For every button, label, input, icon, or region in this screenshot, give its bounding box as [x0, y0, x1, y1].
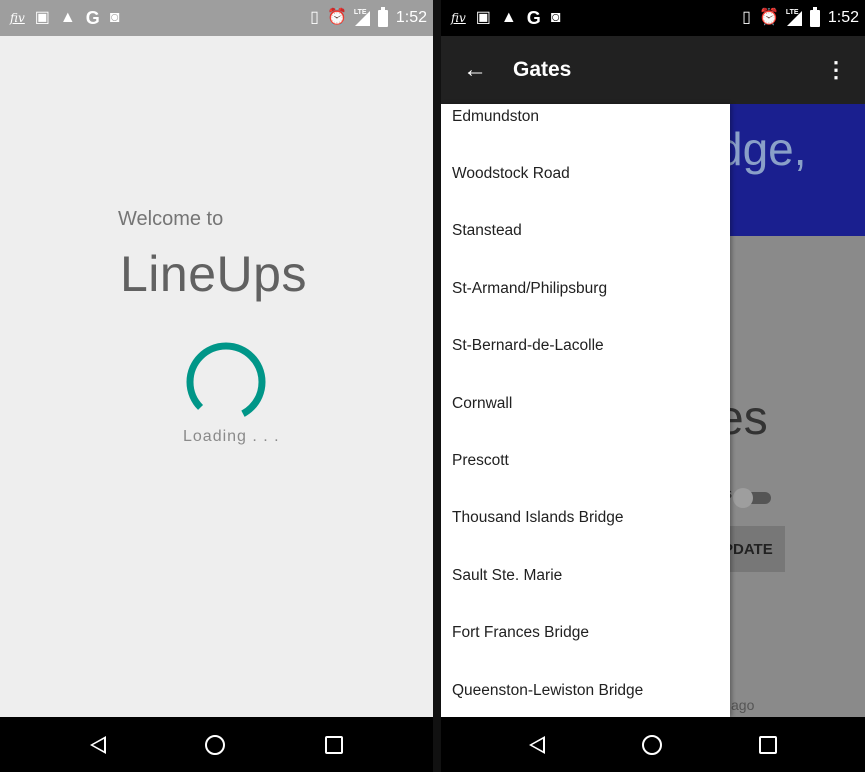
- image-icon: ▣: [475, 9, 491, 26]
- vibrate-icon: ▯: [310, 9, 319, 26]
- status-bar: fiv ▣ ▲ G ◙ ▯ ⏰ LTE 1:52: [441, 0, 865, 36]
- overflow-menu-icon[interactable]: ⋮: [825, 57, 847, 83]
- gate-list-item[interactable]: Queenston-Lewiston Bridge: [441, 662, 730, 717]
- battery-icon: [377, 6, 388, 27]
- partial-footer: ago: [731, 697, 755, 713]
- fiverr-icon: fiv: [451, 11, 466, 25]
- nav-home-icon[interactable]: [205, 734, 226, 755]
- nav-back-icon[interactable]: [529, 735, 546, 754]
- gates-drawer: Edmundston Woodstock Road Stanstead St-Arma…: [441, 104, 730, 717]
- nav-bar: [441, 717, 865, 772]
- camera-icon: ◙: [109, 9, 120, 26]
- google-icon: G: [526, 8, 541, 28]
- loading-text: Loading . . .: [183, 428, 280, 445]
- google-icon: G: [85, 8, 100, 28]
- gate-list-item[interactable]: Cornwall: [441, 375, 730, 432]
- nav-recents-icon[interactable]: [325, 735, 344, 754]
- lte-label: LTE: [785, 8, 799, 16]
- gate-list-item[interactable]: Fort Frances Bridge: [441, 605, 730, 662]
- loading-spinner: [186, 342, 266, 422]
- nav-bar: [0, 717, 433, 772]
- gate-list-item[interactable]: Prescott: [441, 432, 730, 489]
- status-time: 1:52: [827, 9, 859, 26]
- page-title: Gates: [513, 58, 572, 81]
- camera-icon: ◙: [550, 9, 561, 26]
- partial-title: dge,: [717, 123, 807, 175]
- gate-list-item[interactable]: Sault Ste. Marie: [441, 547, 730, 604]
- drive-icon: ▲: [59, 9, 76, 26]
- signal-icon: LTE: [353, 8, 370, 26]
- gate-list-item[interactable]: Edmundston: [441, 104, 730, 145]
- vibrate-icon: ▯: [742, 9, 751, 26]
- gate-list-item[interactable]: Woodstock Road: [441, 145, 730, 202]
- status-time: 1:52: [395, 9, 427, 26]
- gate-list-item[interactable]: Thousand Islands Bridge: [441, 490, 730, 547]
- gate-list-item[interactable]: St-Armand/Philipsburg: [441, 260, 730, 317]
- toggle-switch[interactable]: [731, 488, 775, 508]
- splash-screen: fiv ▣ ▲ G ◙ ▯ ⏰ LTE 1:52 Welcome to Line…: [0, 0, 433, 772]
- app-bar: ← Gates ⋮: [441, 36, 865, 104]
- alarm-icon: ⏰: [758, 9, 779, 26]
- back-arrow-icon[interactable]: ←: [463, 56, 487, 84]
- fiverr-icon: fiv: [10, 11, 25, 25]
- gates-screen: fiv ▣ ▲ G ◙ ▯ ⏰ LTE 1:52 dge, es s PDATE…: [441, 0, 865, 772]
- alarm-icon: ⏰: [326, 9, 347, 26]
- nav-back-icon[interactable]: [89, 735, 106, 754]
- signal-icon: LTE: [785, 8, 802, 26]
- nav-recents-icon[interactable]: [758, 735, 777, 754]
- gate-list-item[interactable]: St-Bernard-de-Lacolle: [441, 318, 730, 375]
- gate-list: Edmundston Woodstock Road Stanstead St-Arma…: [441, 104, 730, 717]
- lte-label: LTE: [353, 8, 367, 16]
- gate-list-item[interactable]: Stanstead: [441, 203, 730, 260]
- image-icon: ▣: [34, 9, 50, 26]
- screen-divider: [433, 0, 441, 772]
- battery-icon: [809, 6, 820, 27]
- welcome-text: Welcome to: [118, 208, 224, 230]
- nav-home-icon[interactable]: [641, 734, 662, 755]
- drive-icon: ▲: [500, 9, 517, 26]
- status-bar: fiv ▣ ▲ G ◙ ▯ ⏰ LTE 1:52: [0, 0, 433, 36]
- app-name: LineUps: [120, 246, 307, 302]
